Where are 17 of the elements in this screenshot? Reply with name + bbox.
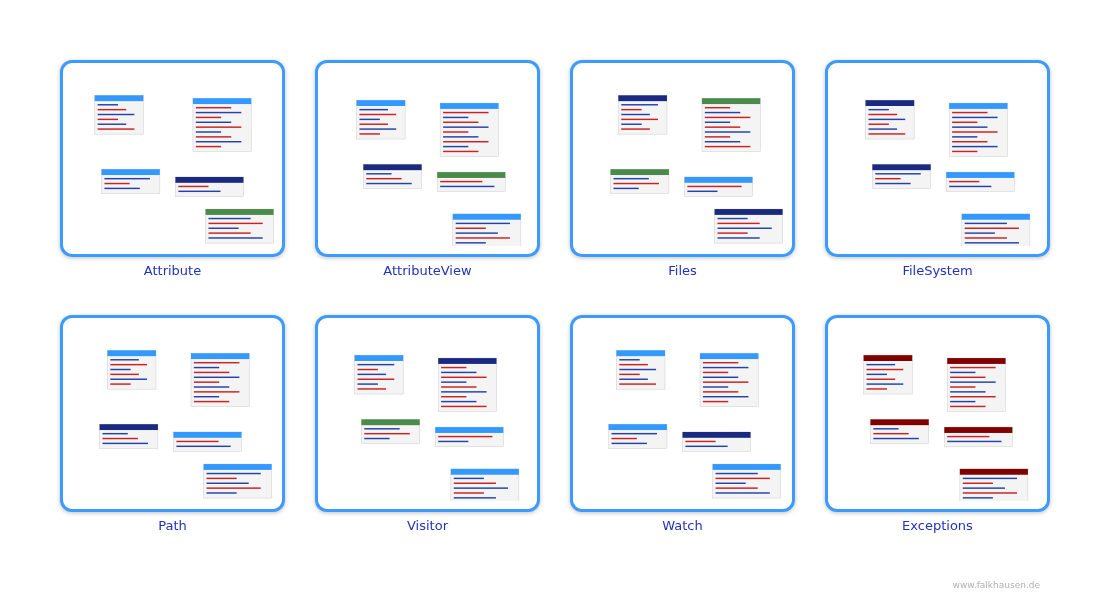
caption-link[interactable]: Files: [668, 262, 697, 279]
caption-link[interactable]: AttributeView: [383, 262, 472, 279]
thumbnail-link[interactable]: [825, 60, 1050, 257]
caption-link[interactable]: Visitor: [407, 517, 448, 534]
thumbnail-link[interactable]: [315, 315, 540, 512]
caption-link[interactable]: Watch: [662, 517, 703, 534]
thumbnail-link[interactable]: [60, 315, 285, 512]
thumbnail-link[interactable]: [315, 60, 540, 257]
caption-link[interactable]: FileSystem: [902, 262, 973, 279]
thumbnail-link[interactable]: [570, 315, 795, 512]
caption-link[interactable]: Path: [158, 517, 187, 534]
thumbnail-link[interactable]: [570, 60, 795, 257]
thumbnail-link[interactable]: [825, 315, 1050, 512]
site-credit: www.falkhausen.de: [952, 580, 1040, 590]
thumbnail-link[interactable]: [60, 60, 285, 257]
caption-link[interactable]: Attribute: [143, 262, 202, 279]
caption-link[interactable]: Exceptions: [902, 517, 973, 534]
